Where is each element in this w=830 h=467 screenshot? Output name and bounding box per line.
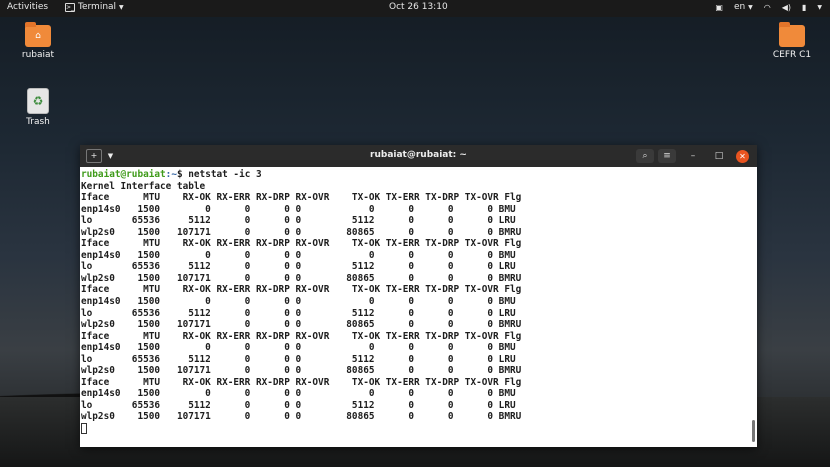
output-heading: Kernel Interface table [81,180,206,192]
terminal-window[interactable]: + ▼ rubaiat@rubaiat: ~ ⌕ ≡ – □ ✕ rubaiat… [80,145,757,447]
desktop-icon-cefr-c1[interactable]: CEFR C1 [767,22,817,60]
table-row: lo 65536 5112 0 0 0 5112 0 0 0 LRU [81,353,516,365]
close-button[interactable]: ✕ [736,150,749,163]
output-blocks: Iface MTU RX-OK RX-ERR RX-DRP RX-OVR TX-… [81,192,521,422]
maximize-button[interactable]: □ [710,149,728,163]
app-menu-label: Terminal [78,2,117,12]
desktop-icon-label: CEFR C1 [772,50,812,60]
table-row: wlp2s0 1500 107171 0 0 0 80865 0 0 0 BMR… [81,319,522,331]
table-row: lo 65536 5112 0 0 0 5112 0 0 0 LRU [81,307,516,319]
battery-icon[interactable]: ▮ [802,3,806,12]
language-indicator[interactable]: en ▼ [734,2,753,12]
language-label: en [733,2,746,12]
minimize-button[interactable]: – [684,149,702,163]
trash-icon: ♻ [27,88,49,114]
scrollbar[interactable] [752,420,755,442]
folder-icon [779,22,805,47]
desktop-icon-label: Trash [26,117,50,127]
chevron-down-icon: ▼ [119,3,124,11]
terminal-icon: >_ [65,2,75,12]
screen-icon[interactable]: ▣ [715,3,723,12]
table-row: enp14s0 1500 0 0 0 0 0 0 0 0 BMU [81,342,516,354]
table-header-line: Iface MTU RX-OK RX-ERR RX-DRP RX-OVR TX-… [81,192,522,204]
table-row: lo 65536 5112 0 0 0 5112 0 0 0 LRU [81,261,516,273]
volume-icon[interactable]: ◀) [782,3,791,12]
table-row: lo 65536 5112 0 0 0 5112 0 0 0 LRU [81,215,516,227]
table-row: enp14s0 1500 0 0 0 0 0 0 0 0 BMU [81,388,516,400]
prompt-user: rubaiat@rubaiat [81,169,166,180]
app-menu-terminal[interactable]: >_ Terminal ▼ [65,2,124,12]
table-row: wlp2s0 1500 107171 0 0 0 80865 0 0 0 BMR… [81,411,522,423]
table-row: wlp2s0 1500 107171 0 0 0 80865 0 0 0 BMR… [81,272,522,284]
window-title: rubaiat@rubaiat: ~ [370,150,467,160]
table-header-line: Iface MTU RX-OK RX-ERR RX-DRP RX-OVR TX-… [81,238,522,250]
table-header-line: Iface MTU RX-OK RX-ERR RX-DRP RX-OVR TX-… [81,284,522,296]
activities-button[interactable]: Activities [7,2,48,12]
clock[interactable]: Oct 26 13:10 [389,2,448,12]
table-row: enp14s0 1500 0 0 0 0 0 0 0 0 BMU [81,249,516,261]
home-folder-icon: ⌂ [25,22,51,47]
wifi-icon[interactable]: ◠ [764,3,771,12]
terminal-output[interactable]: rubaiat@rubaiat:~$ netstat -ic 3 Kernel … [80,167,749,447]
system-tray: ▣ en ▼ ◠ ◀) ▮ ▼ [715,2,822,12]
terminal-header-bar[interactable]: + ▼ rubaiat@rubaiat: ~ ⌕ ≡ – □ ✕ [80,145,757,167]
search-button[interactable]: ⌕ [636,149,654,163]
desktop-icon-trash[interactable]: ♻ Trash [13,88,63,127]
table-row: enp14s0 1500 0 0 0 0 0 0 0 0 BMU [81,296,516,308]
table-header-line: Iface MTU RX-OK RX-ERR RX-DRP RX-OVR TX-… [81,330,522,342]
desktop-icon-label: rubaiat [21,50,55,60]
chevron-down-icon: ▼ [748,4,753,11]
text-cursor [81,423,87,435]
command-text: netstat -ic 3 [182,169,262,180]
desktop-icon-home[interactable]: ⌂ rubaiat [13,22,63,60]
table-row: wlp2s0 1500 107171 0 0 0 80865 0 0 0 BMR… [81,226,522,238]
top-bar: Activities >_ Terminal ▼ Oct 26 13:10 ▣ … [0,0,830,17]
table-header-line: Iface MTU RX-OK RX-ERR RX-DRP RX-OVR TX-… [81,376,522,388]
table-row: lo 65536 5112 0 0 0 5112 0 0 0 LRU [81,399,516,411]
table-row: enp14s0 1500 0 0 0 0 0 0 0 0 BMU [81,203,516,215]
table-row: wlp2s0 1500 107171 0 0 0 80865 0 0 0 BMR… [81,365,522,377]
prompt-path: :~ [165,169,177,180]
system-menu-chevron-icon[interactable]: ▼ [817,4,822,11]
hamburger-menu-button[interactable]: ≡ [658,149,676,163]
